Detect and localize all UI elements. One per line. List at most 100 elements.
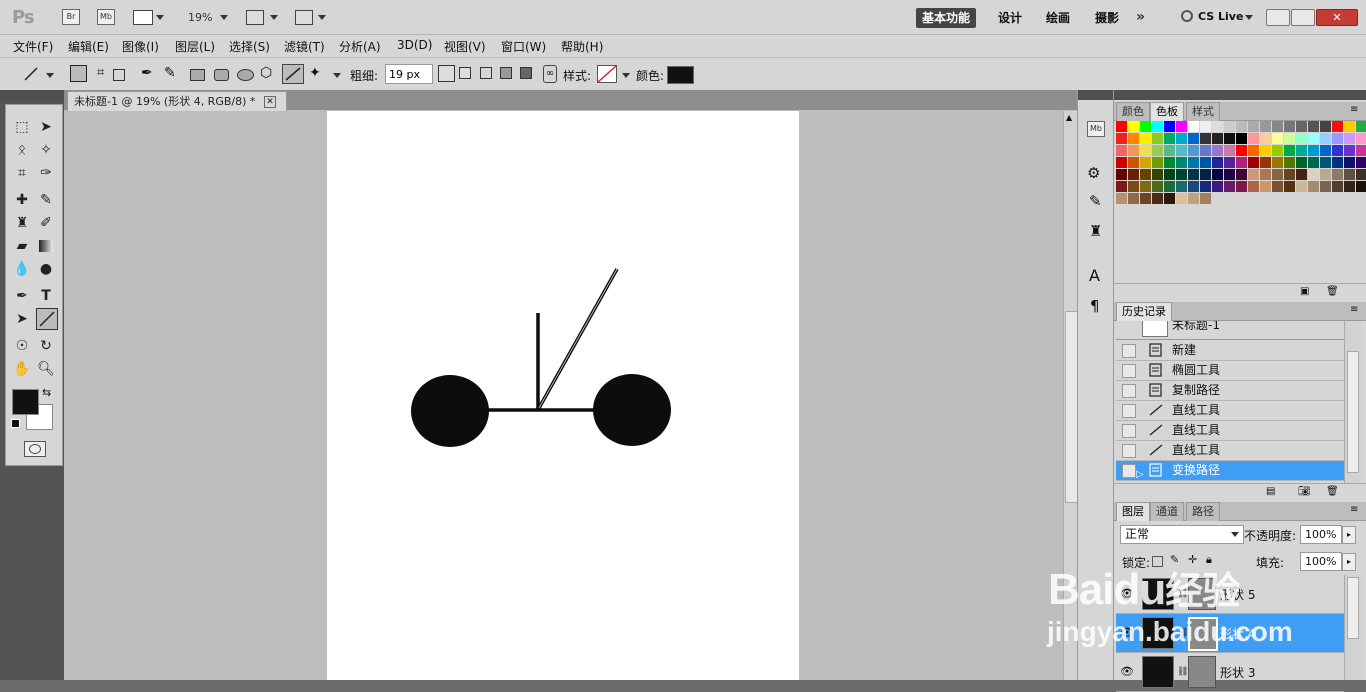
color-swatch[interactable] [1236, 145, 1247, 156]
history-item[interactable]: 新建 [1116, 341, 1344, 361]
tab-styles[interactable]: 样式 [1186, 102, 1220, 121]
tab-swatches[interactable]: 色板 [1150, 102, 1184, 121]
layers-scrollbar[interactable] [1344, 575, 1361, 680]
color-swatch[interactable] [1224, 133, 1235, 144]
freeform-pen-icon[interactable]: ✎ [164, 65, 181, 82]
default-colors-icon[interactable] [11, 419, 20, 428]
color-swatch[interactable] [1212, 157, 1223, 168]
blend-mode-select[interactable]: 正常 [1120, 525, 1244, 544]
color-swatch[interactable] [1332, 157, 1343, 168]
color-swatch[interactable] [1128, 193, 1139, 204]
color-swatch[interactable] [1164, 121, 1175, 132]
color-swatch[interactable] [1140, 121, 1151, 132]
chevron-down-icon[interactable] [333, 73, 341, 78]
color-swatch[interactable] [1344, 145, 1355, 156]
color-swatch[interactable] [1260, 145, 1271, 156]
color-swatch[interactable] [1320, 133, 1331, 144]
zoom-level[interactable]: 19% [188, 11, 212, 24]
color-swatch[interactable] [1332, 181, 1343, 192]
color-swatch[interactable] [1284, 181, 1295, 192]
fill-pixels-mode-button[interactable] [113, 69, 125, 81]
color-swatch[interactable] [1140, 169, 1151, 180]
color-swatch[interactable] [1356, 145, 1366, 156]
history-source-checkbox[interactable] [1122, 344, 1136, 358]
color-swatch[interactable] [1260, 121, 1271, 132]
character-panel-icon[interactable]: A [1089, 266, 1100, 285]
menu-file[interactable]: 文件(F) [13, 38, 53, 55]
color-swatch[interactable] [1296, 133, 1307, 144]
more-workspaces-icon[interactable]: » [1136, 9, 1145, 25]
color-swatch[interactable] [1272, 181, 1283, 192]
color-swatch[interactable] [1308, 133, 1319, 144]
dock-header[interactable] [1078, 90, 1114, 100]
color-swatch[interactable] [667, 66, 694, 84]
history-source-checkbox[interactable] [1122, 424, 1136, 438]
chevron-down-icon[interactable] [622, 73, 630, 78]
workspace-design-button[interactable]: 设计 [992, 8, 1028, 28]
clone-source-icon[interactable]: ♜ [1089, 222, 1102, 240]
color-swatch[interactable] [1296, 157, 1307, 168]
mini-bridge-icon[interactable]: Mb [97, 9, 115, 25]
fill-slider-button[interactable]: ▸ [1342, 553, 1356, 571]
custom-shape-icon[interactable]: ✦ [309, 65, 326, 82]
visibility-eye-icon[interactable]: 👁︎ [1120, 665, 1134, 678]
color-swatch[interactable] [1236, 133, 1247, 144]
intersect-shape-icon[interactable] [500, 67, 512, 79]
polygon-tool-icon[interactable]: ⬡ [260, 65, 277, 82]
chevron-down-icon[interactable] [156, 15, 164, 20]
color-swatch[interactable] [1212, 145, 1223, 156]
color-swatch[interactable] [1116, 169, 1127, 180]
move-tool-icon[interactable]: ➤ [36, 117, 56, 137]
color-swatch[interactable] [1176, 181, 1187, 192]
color-swatch[interactable] [1332, 133, 1343, 144]
color-swatch[interactable] [1212, 121, 1223, 132]
weight-input[interactable] [385, 64, 433, 84]
close-document-icon[interactable]: ✕ [264, 96, 276, 108]
history-source-checkbox[interactable] [1122, 444, 1136, 458]
tab-channels[interactable]: 通道 [1150, 502, 1184, 521]
color-swatch[interactable] [1308, 145, 1319, 156]
eraser-icon[interactable]: ▰ [12, 236, 32, 256]
color-swatch[interactable] [1128, 133, 1139, 144]
quick-selection-icon[interactable]: ✧ [36, 140, 56, 160]
color-swatch[interactable] [1200, 181, 1211, 192]
path-selection-icon[interactable]: ➤ [12, 309, 32, 329]
color-swatch[interactable] [1188, 181, 1199, 192]
color-swatch[interactable] [1356, 133, 1366, 144]
view-extras-icon[interactable] [133, 10, 153, 25]
chevron-down-icon[interactable] [46, 73, 54, 78]
history-item[interactable]: 椭圆工具 [1116, 361, 1344, 381]
subtract-shape-icon[interactable] [480, 67, 492, 79]
new-swatch-icon[interactable]: ▣ [1300, 286, 1309, 297]
color-swatch[interactable] [1164, 169, 1175, 180]
layer-row[interactable]: 👁︎ ⛓ 形状 3 [1116, 653, 1344, 692]
delete-swatch-icon[interactable]: 🗑︎ [1326, 286, 1339, 297]
exclude-shape-icon[interactable] [520, 67, 532, 79]
color-swatch[interactable] [1212, 169, 1223, 180]
color-swatch[interactable] [1320, 181, 1331, 192]
history-item[interactable]: 复制路径 [1116, 381, 1344, 401]
marquee-tool-icon[interactable]: ⬚ [12, 117, 32, 137]
new-shape-layer-icon[interactable] [438, 65, 455, 82]
tab-color[interactable]: 颜色 [1116, 102, 1150, 121]
add-to-shape-icon[interactable] [459, 67, 471, 79]
color-swatch[interactable] [1164, 193, 1175, 204]
canvas[interactable] [327, 111, 799, 680]
style-none-swatch[interactable] [597, 65, 617, 83]
link-style-icon[interactable]: ∞ [543, 65, 557, 83]
healing-brush-icon[interactable]: ✚ [12, 190, 32, 210]
color-swatch[interactable] [1308, 121, 1319, 132]
color-swatch[interactable] [1128, 145, 1139, 156]
color-swatch[interactable] [1224, 157, 1235, 168]
color-swatch[interactable] [1248, 169, 1259, 180]
color-swatch[interactable] [1152, 157, 1163, 168]
line-tool-preset-icon[interactable] [22, 65, 40, 83]
color-swatch[interactable] [1116, 133, 1127, 144]
chevron-down-icon[interactable] [220, 15, 228, 20]
color-swatch[interactable] [1224, 121, 1235, 132]
paths-mode-button[interactable]: ⌗ [92, 65, 109, 82]
color-swatch[interactable] [1344, 133, 1355, 144]
color-swatch[interactable] [1188, 157, 1199, 168]
color-swatch[interactable] [1356, 181, 1366, 192]
color-swatch[interactable] [1176, 169, 1187, 180]
